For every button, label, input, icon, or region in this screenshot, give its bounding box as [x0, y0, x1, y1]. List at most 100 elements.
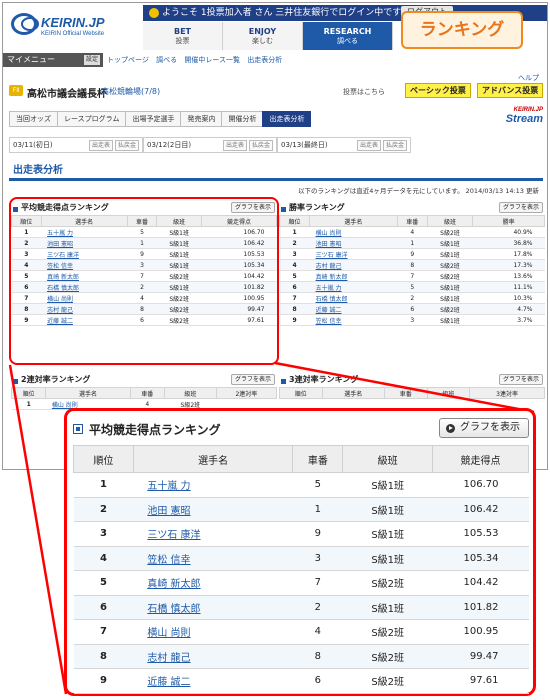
car-number-cell: 6 — [292, 668, 343, 694]
payout-button[interactable]: 払戻金 — [248, 139, 273, 151]
section-title: 出走表分析 — [13, 165, 63, 176]
class-cell: S級1班 — [342, 497, 433, 522]
race-name: 高松市議会議長杯 — [27, 89, 107, 100]
column-header: 級班 — [426, 215, 474, 227]
score-cell: 3.7% — [472, 314, 545, 326]
rider-name-cell: 横山 尚則 — [133, 619, 293, 645]
table-header-row: 順位 選手名 車番 級班 2連対率 — [10, 387, 278, 399]
table-row: 2 池田 憲昭 1 S級1班 36.8% — [279, 237, 545, 249]
help-link[interactable]: ヘルプ — [518, 73, 539, 83]
score-cell: 4.7% — [472, 303, 545, 315]
column-header: 選手名 — [132, 445, 294, 473]
date-group-day2: 03/12(2日目) 出走表 払戻金 — [143, 137, 277, 153]
column-header: 順位 — [278, 215, 311, 227]
stream-logo-main: Stream — [505, 113, 543, 125]
rider-link[interactable]: 横山 尚則 — [147, 628, 190, 639]
rider-link[interactable]: 五十嵐 力 — [147, 481, 190, 492]
my-menu-button[interactable]: マイメニュー 設定 — [3, 53, 103, 67]
breadcrumb-research[interactable]: 調べる — [156, 56, 177, 64]
rider-link[interactable]: 石橋 慎太郎 — [147, 604, 200, 615]
rider-name-cell[interactable]: 五十嵐 力 — [309, 281, 398, 293]
rank-cell: 9 — [73, 668, 134, 694]
show-graph-button[interactable]: グラフを表示 — [498, 202, 543, 213]
rider-link[interactable]: 笠松 信幸 — [147, 555, 190, 566]
nav-bet-sub: 投票 — [175, 37, 190, 45]
zoomed-ranking-panel: 平均競走得点ランキング グラフを表示 順位 選手名 車番 級班 競走得点 1 五十嵐 力5S… — [64, 408, 536, 696]
rider-link[interactable]: 志村 龍己 — [147, 653, 190, 664]
class-cell: S級1班 — [342, 546, 433, 571]
entry-sheet-button[interactable]: 出走表 — [222, 139, 247, 151]
show-graph-button[interactable]: グラフを表示 — [498, 374, 543, 385]
payout-button[interactable]: 払戻金 — [114, 139, 139, 151]
venue-link[interactable]: 高松競輪場(7/8) — [101, 86, 160, 97]
rider-link[interactable]: 近藤 誠二 — [147, 677, 190, 688]
rider-name-cell[interactable]: 三ツ石 康洋 — [309, 248, 398, 260]
column-header: 車番 — [129, 387, 165, 399]
show-graph-button[interactable]: グラフを表示 — [230, 374, 275, 385]
nav-enjoy[interactable]: ENJOY 楽しむ — [223, 22, 303, 50]
rate3-table: 順位 選手名 車番 級班 3連対率 — [279, 387, 545, 399]
tab-sales[interactable]: 発売案内 — [180, 111, 223, 127]
payout-button[interactable]: 払戻金 — [382, 139, 407, 151]
car-number-cell: 4 — [397, 226, 428, 238]
nav-research[interactable]: RESEARCH 調べる — [303, 22, 393, 50]
stream-logo[interactable]: KEIRIN.JP Stream — [483, 107, 543, 129]
car-number-cell: 2 — [292, 595, 343, 620]
date-group-day3: 03/13(最終日) 出走表 払戻金 — [277, 137, 411, 153]
show-graph-button[interactable]: グラフを表示 — [439, 418, 529, 438]
class-cell: S級2班 — [427, 226, 473, 238]
rider-link[interactable]: 三ツ石 康洋 — [147, 530, 200, 541]
table-header-row: 順位 選手名 車番 級班 3連対率 — [279, 387, 545, 399]
car-number-cell: 1 — [397, 237, 428, 249]
rank-cell: 1 — [11, 398, 46, 410]
tab-entrants[interactable]: 出場予定選手 — [125, 111, 182, 127]
rank-cell: 8 — [279, 303, 310, 315]
tab-odds[interactable]: 当回オッズ — [9, 111, 58, 127]
breadcrumb-top[interactable]: トップページ — [107, 56, 149, 64]
breadcrumb-race-list[interactable]: 開催中レース一覧 — [184, 56, 240, 64]
rank-cell: 1 — [73, 472, 134, 498]
ranking-badge: ランキング — [401, 11, 523, 49]
panel-title: 勝率ランキング — [279, 203, 345, 212]
rider-link[interactable]: 真崎 新太郎 — [147, 579, 200, 590]
entry-sheet-button[interactable]: 出走表 — [88, 139, 113, 151]
rider-name-cell[interactable]: 近藤 誠二 — [309, 303, 398, 315]
rider-name-cell[interactable]: 志村 龍己 — [309, 259, 398, 271]
show-graph-label: グラフを表示 — [460, 422, 520, 433]
rider-name-cell: 五十嵐 力 — [133, 472, 293, 498]
column-header: 順位 — [73, 445, 134, 473]
my-menu-settings-button[interactable]: 設定 — [83, 55, 100, 65]
score-cell: 101.82 — [432, 595, 529, 620]
nav-bet-label: BET — [173, 27, 192, 36]
keirin-logo[interactable]: KEIRIN.JP KEIRIN Official Website — [11, 11, 121, 41]
column-header: 3連対率 — [469, 387, 545, 399]
rider-name-cell[interactable]: 池田 憲昭 — [309, 237, 398, 249]
rider-name-cell: 池田 憲昭 — [133, 497, 293, 522]
tab-program[interactable]: レースプログラム — [57, 111, 127, 127]
rider-name-cell[interactable]: 真崎 新太郎 — [309, 270, 398, 282]
sub-tabs: 当回オッズ レースプログラム 出場予定選手 発売案内 開催分析 出走表分析 — [9, 111, 312, 127]
car-number-cell: 8 — [397, 259, 428, 271]
rider-link[interactable]: 池田 憲昭 — [147, 506, 190, 517]
rider-name-cell[interactable]: 笠松 信幸 — [309, 314, 398, 326]
date-label: 03/11(初日) — [13, 141, 53, 149]
date-group-day1: 03/11(初日) 出走表 払戻金 — [9, 137, 143, 153]
car-number-cell: 5 — [397, 281, 428, 293]
basic-vote-button[interactable]: ベーシック投票 — [405, 83, 471, 98]
nav-bet[interactable]: BET 投票 — [143, 22, 223, 50]
rank-cell: 4 — [73, 546, 134, 571]
nav-research-sub: 調べる — [337, 37, 358, 45]
car-number-cell: 8 — [292, 644, 343, 669]
rider-name-cell: 石橋 慎太郎 — [133, 595, 293, 620]
column-header: 車番 — [292, 445, 344, 473]
class-cell: S級1班 — [427, 281, 473, 293]
entry-sheet-button[interactable]: 出走表 — [356, 139, 381, 151]
advance-vote-button[interactable]: アドバンス投票 — [477, 83, 544, 98]
play-arrow-icon — [446, 424, 455, 433]
rider-name-cell[interactable]: 横山 尚則 — [309, 226, 398, 238]
rider-name-cell[interactable]: 石橋 慎太郎 — [309, 292, 398, 304]
tab-meet-analysis[interactable]: 開催分析 — [221, 111, 264, 127]
rank-cell: 5 — [279, 270, 310, 282]
panel-title: 3連対率ランキング — [279, 375, 358, 384]
tab-entry-analysis[interactable]: 出走表分析 — [262, 111, 312, 127]
